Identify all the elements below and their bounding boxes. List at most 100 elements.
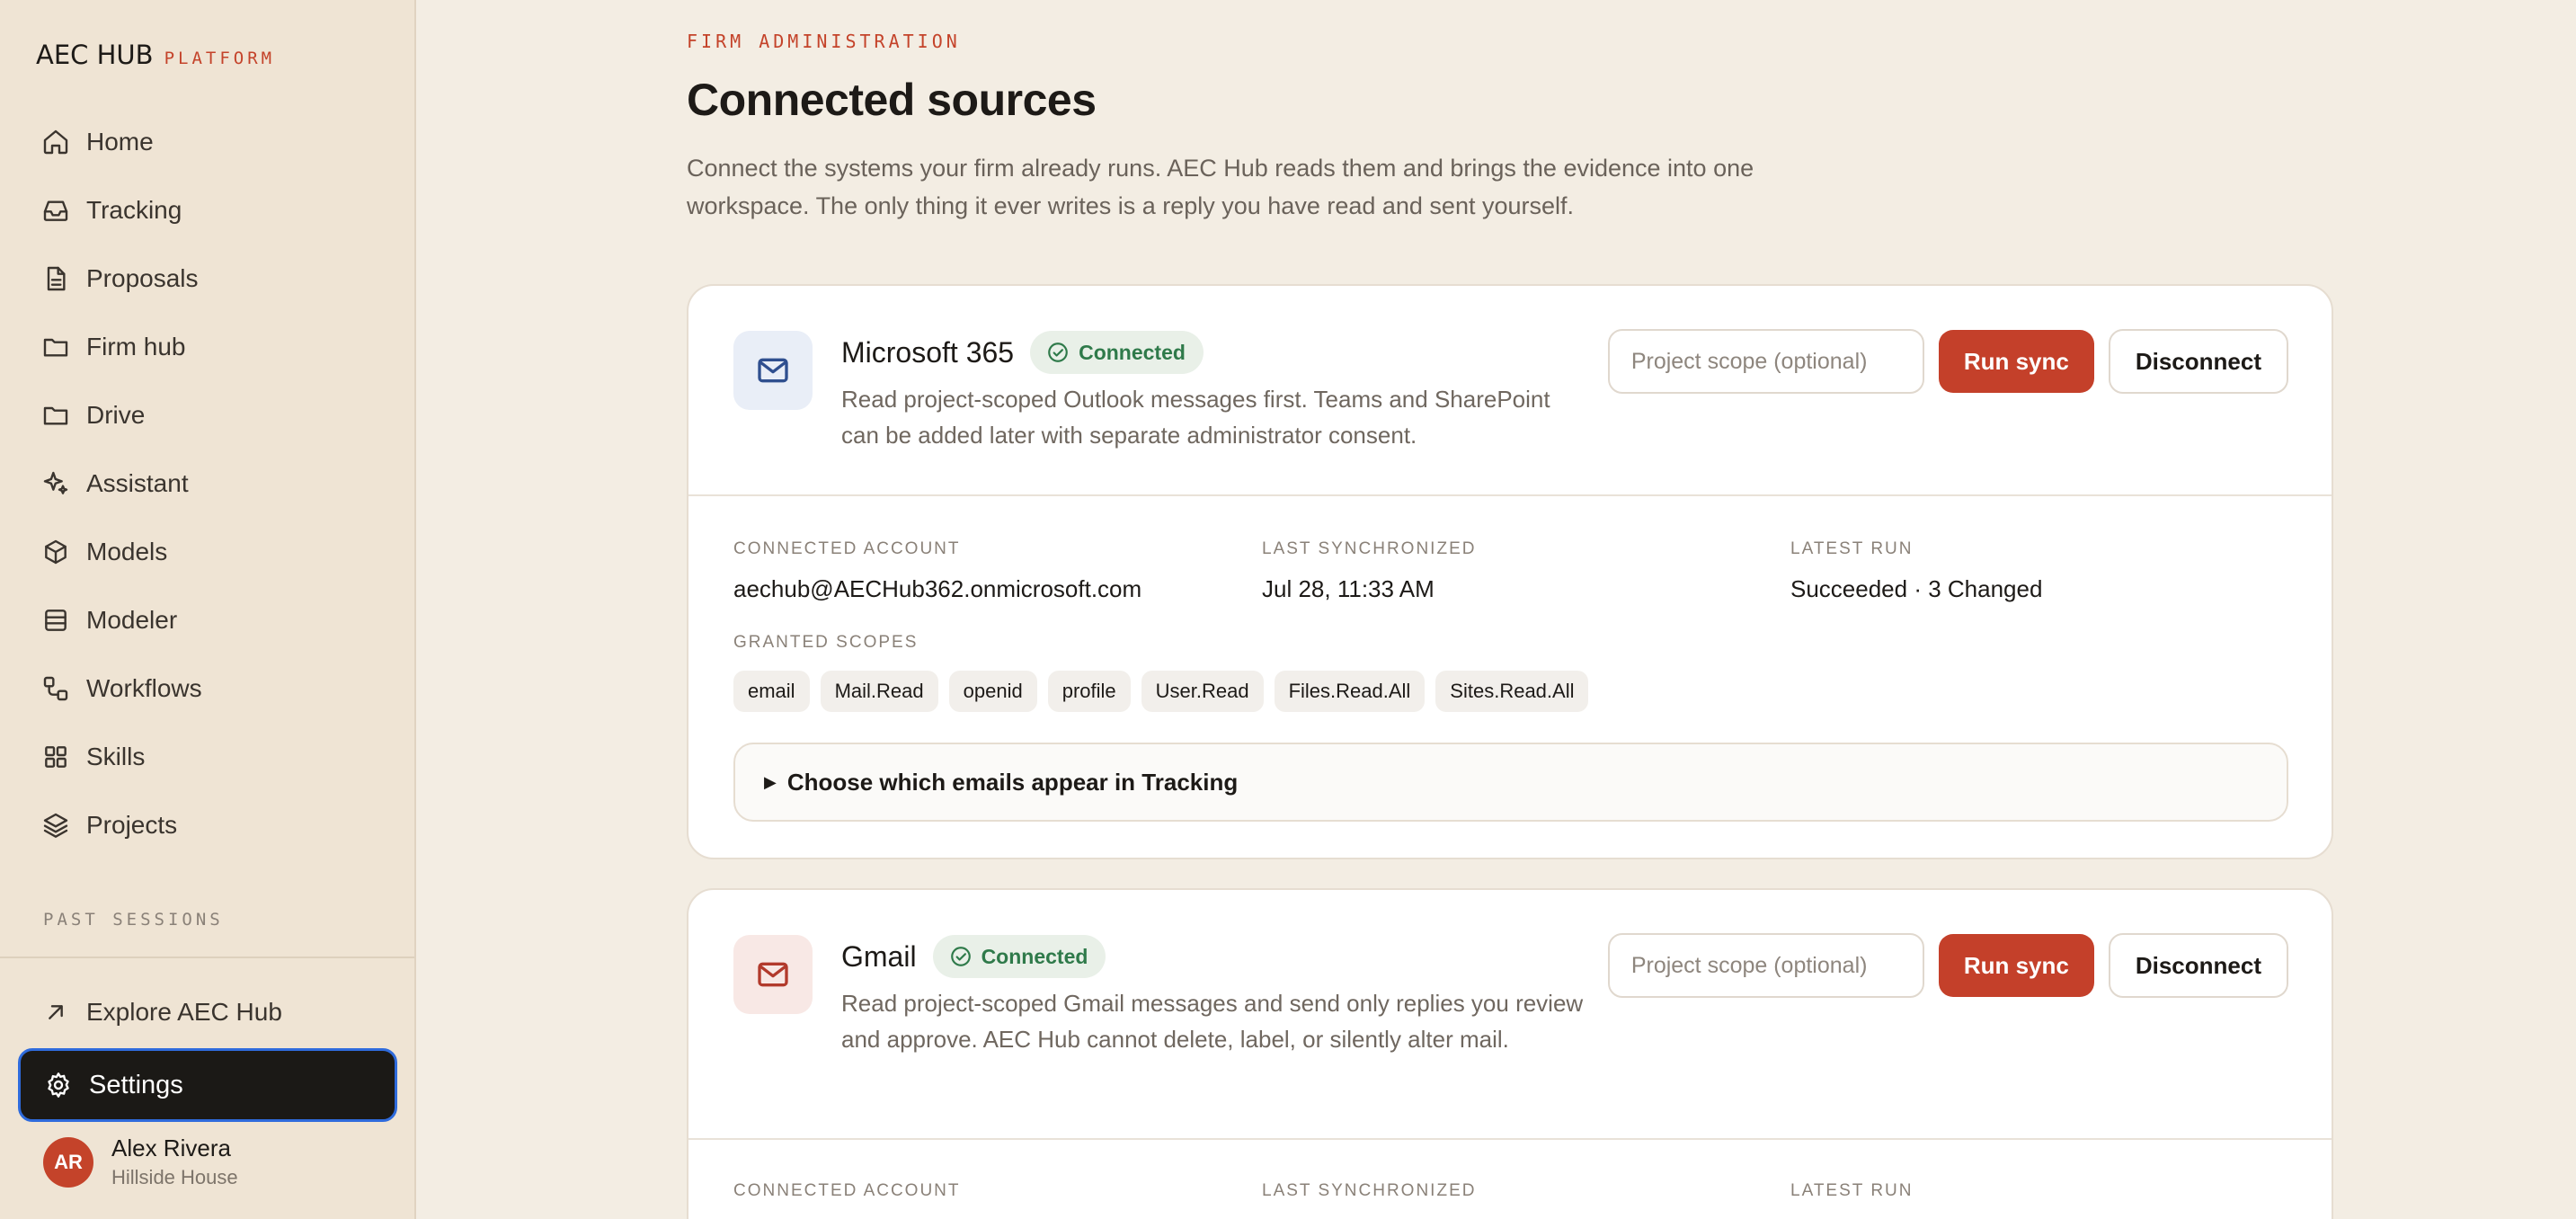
status-label: Connected [981,944,1088,968]
source-card-microsoft-365: Microsoft 365 Connected Read project-sco… [687,284,2333,859]
email-filter-disclosure[interactable]: ▶ Choose which emails appear in Tracking [733,743,2288,822]
sidebar-item-firm-hub[interactable]: Firm hub [25,313,394,381]
sidebar-item-tracking[interactable]: Tracking [25,176,394,245]
granted-scopes-heading: GRANTED SCOPES [733,633,919,652]
cube-icon [45,539,67,565]
scope-chip: openid [948,671,1037,712]
check-circle-icon [950,947,971,966]
scope-chip: email [733,671,810,712]
explore-aec-hub-link[interactable]: Explore AEC Hub [25,978,394,1046]
scope-chip: Mail.Read [820,671,938,712]
meta-value: Succeeded · 3 Changed [1790,575,2043,602]
last-synchronized: LAST SYNCHRONIZED Jul 28, 11:33 AM [1262,539,1476,603]
sidebar-item-label: Drive [86,401,146,429]
mail-icon [758,358,788,383]
status-badge: Connected [1030,331,1204,374]
brand-tagline: PLATFORM [164,49,276,68]
source-card-header: Gmail Connected Read project-scoped Gmai… [688,890,2332,1140]
connected-account: CONNECTED ACCOUNT aechub@AECHub362.onmic… [733,539,1141,603]
user-org: Hillside House [111,1166,238,1188]
granted-scopes-list: email Mail.Read openid profile User.Read… [733,671,1589,712]
project-scope-input[interactable] [1607,933,1924,998]
latest-run: LATEST RUN [1790,1181,1914,1201]
gear-icon [48,1072,69,1098]
sidebar-item-proposals[interactable]: Proposals [25,245,394,313]
source-title-row: Microsoft 365 Connected [841,331,1204,374]
sidebar: AEC HUB PLATFORM Home Tracking Proposals… [0,0,416,1219]
source-actions: Run sync Disconnect [1607,329,2288,394]
sidebar-item-label: Modeler [86,606,178,634]
sidebar-item-label: Firm hub [86,333,186,360]
run-sync-button[interactable]: Run sync [1938,330,2094,393]
sidebar-item-label: Proposals [86,264,199,292]
brand-logo[interactable]: AEC HUB PLATFORM [36,40,275,70]
sidebar-item-label: Home [86,128,154,156]
sidebar-item-skills[interactable]: Skills [25,723,394,791]
latest-run: LATEST RUN Succeeded · 3 Changed [1790,539,2042,603]
source-card-gmail: Gmail Connected Read project-scoped Gmai… [687,888,2333,1219]
disconnect-button[interactable]: Disconnect [2108,329,2288,394]
past-sessions-heading: PAST SESSIONS [43,910,224,930]
source-name: Gmail [841,939,917,973]
page-title: Connected sources [687,75,1097,125]
sidebar-item-label: Models [86,538,168,565]
status-badge: Connected [932,935,1106,978]
meta-label: CONNECTED ACCOUNT [733,1181,961,1200]
source-name: Microsoft 365 [841,335,1015,369]
disclosure-label: Choose which emails appear in Tracking [786,768,1239,796]
disclosure-triangle-icon: ▶ [764,772,777,791]
folder-icon [43,338,68,357]
sidebar-divider [0,957,414,958]
explore-label: Explore AEC Hub [86,998,282,1026]
user-name: Alex Rivera [111,1134,231,1161]
arrow-up-right-icon [49,1005,63,1019]
brand-name: AEC HUB [36,40,154,70]
meta-label: LAST SYNCHRONIZED [1262,539,1477,558]
meta-label: LAST SYNCHRONIZED [1262,1181,1477,1200]
status-label: Connected [1079,340,1186,364]
sidebar-item-settings[interactable]: Settings [18,1048,397,1122]
home-icon [43,129,68,155]
page-eyebrow: FIRM ADMINISTRATION [687,31,961,52]
inbox-icon [43,200,68,221]
scope-chip: Sites.Read.All [1435,671,1589,712]
scope-chip: profile [1047,671,1131,712]
scope-chip: User.Read [1141,671,1264,712]
grid-icon [45,746,67,768]
sidebar-item-assistant[interactable]: Assistant [25,449,394,518]
sidebar-item-models[interactable]: Models [25,518,394,586]
mail-icon [758,962,788,987]
sidebar-item-label: Assistant [86,469,189,497]
page-description: Connect the systems your firm already ru… [687,155,1754,219]
meta-label: CONNECTED ACCOUNT [733,539,961,558]
sidebar-item-home[interactable]: Home [25,108,394,176]
connected-account: CONNECTED ACCOUNT [733,1181,961,1201]
source-icon-box [733,935,813,1014]
run-sync-button[interactable]: Run sync [1938,934,2094,997]
sidebar-item-workflows[interactable]: Workflows [25,654,394,723]
sidebar-item-drive[interactable]: Drive [25,381,394,449]
meta-label: LATEST RUN [1790,1181,1914,1200]
scope-chip: Files.Read.All [1274,671,1426,712]
sidebar-item-modeler[interactable]: Modeler [25,586,394,654]
sidebar-item-projects[interactable]: Projects [25,791,394,859]
avatar: AR [43,1136,93,1188]
check-circle-icon [1048,343,1068,362]
settings-label: Settings [89,1070,183,1099]
project-scope-input[interactable] [1607,329,1924,394]
disconnect-button[interactable]: Disconnect [2108,933,2288,998]
explore-section: Explore AEC Hub [25,978,394,1046]
source-icon-box [733,331,813,410]
sidebar-item-label: Tracking [86,196,182,224]
source-description: Read project-scoped Outlook messages fir… [841,386,1550,449]
meta-value: aechub@AECHub362.onmicrosoft.com [733,575,1142,602]
meta-label: LATEST RUN [1790,539,1914,558]
user-profile[interactable]: AR Alex Rivera Hillside House [43,1134,238,1189]
source-description: Read project-scoped Gmail messages and s… [841,990,1584,1053]
database-icon [45,610,67,631]
sidebar-item-label: Skills [86,743,146,770]
folder-icon [43,406,68,425]
meta-value: Jul 28, 11:33 AM [1262,575,1435,602]
layers-icon [43,813,68,838]
document-icon [47,266,66,291]
